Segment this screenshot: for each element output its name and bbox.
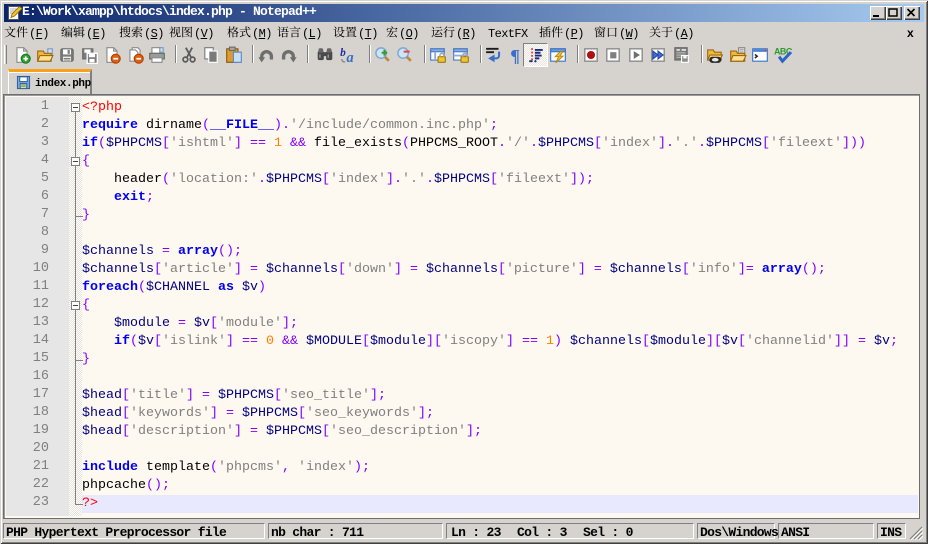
svg-text:¶: ¶ [510, 46, 520, 64]
svg-text:b: b [340, 47, 346, 59]
svg-text:a: a [346, 50, 353, 64]
